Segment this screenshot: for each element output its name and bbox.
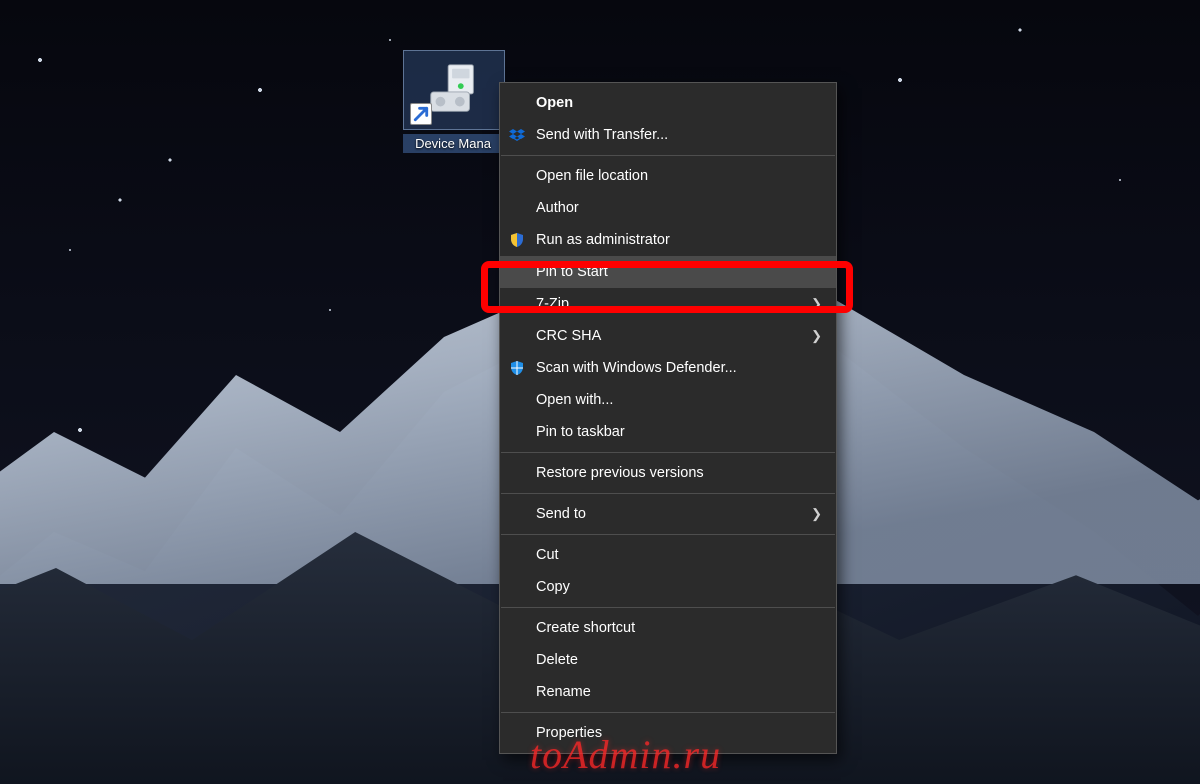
menu-item-open-with[interactable]: Open with... [500, 384, 836, 416]
menu-item-author[interactable]: Author [500, 192, 836, 224]
dropbox-icon [508, 126, 526, 144]
menu-item-scan-defender[interactable]: Scan with Windows Defender... [500, 352, 836, 384]
menu-item-label: Open [536, 95, 822, 111]
menu-item-label: Cut [536, 547, 822, 563]
menu-item-run-admin[interactable]: Run as administrator [500, 224, 836, 256]
menu-item-pin-start[interactable]: Pin to Start [500, 256, 836, 288]
chevron-right-icon: ❯ [811, 328, 822, 344]
defender-shield-icon [508, 359, 526, 377]
menu-item-open[interactable]: Open [500, 87, 836, 119]
desktop-shortcut-device-manager[interactable]: Device Mana [403, 50, 503, 153]
shield-uac-icon [508, 231, 526, 249]
menu-item-label: Send to [536, 506, 803, 522]
menu-item-label: Copy [536, 579, 822, 595]
menu-item-label: Open with... [536, 392, 822, 408]
menu-separator [501, 712, 835, 713]
menu-item-send-to[interactable]: Send to ❯ [500, 498, 836, 530]
menu-item-label: Run as administrator [536, 232, 822, 248]
context-menu: Open Send with Transfer... Open file locat… [499, 82, 837, 754]
chevron-right-icon: ❯ [811, 506, 822, 522]
menu-separator [501, 493, 835, 494]
menu-item-cut[interactable]: Cut [500, 539, 836, 571]
menu-item-delete[interactable]: Delete [500, 644, 836, 676]
menu-separator [501, 534, 835, 535]
menu-item-label: Send with Transfer... [536, 127, 822, 143]
menu-item-restore-prev[interactable]: Restore previous versions [500, 457, 836, 489]
menu-item-label: Rename [536, 684, 822, 700]
chevron-right-icon: ❯ [811, 296, 822, 312]
menu-item-properties[interactable]: Properties [500, 717, 836, 749]
menu-item-pin-taskbar[interactable]: Pin to taskbar [500, 416, 836, 448]
menu-item-label: Create shortcut [536, 620, 822, 636]
menu-item-label: CRC SHA [536, 328, 803, 344]
device-manager-icon [403, 50, 505, 130]
menu-item-label: Author [536, 200, 822, 216]
menu-separator [501, 155, 835, 156]
menu-item-seven-zip[interactable]: 7-Zip ❯ [500, 288, 836, 320]
menu-item-create-shortcut[interactable]: Create shortcut [500, 612, 836, 644]
shortcut-arrow-icon [410, 103, 432, 125]
menu-item-label: Delete [536, 652, 822, 668]
menu-item-label: Scan with Windows Defender... [536, 360, 822, 376]
menu-separator [501, 607, 835, 608]
menu-item-label: Pin to Start [536, 264, 822, 280]
menu-item-rename[interactable]: Rename [500, 676, 836, 708]
menu-item-crc-sha[interactable]: CRC SHA ❯ [500, 320, 836, 352]
menu-item-send-transfer[interactable]: Send with Transfer... [500, 119, 836, 151]
menu-item-label: Open file location [536, 168, 822, 184]
menu-item-label: Properties [536, 725, 822, 741]
menu-separator [501, 452, 835, 453]
menu-item-open-file-loc[interactable]: Open file location [500, 160, 836, 192]
menu-item-label: 7-Zip [536, 296, 803, 312]
menu-item-label: Restore previous versions [536, 465, 822, 481]
menu-item-label: Pin to taskbar [536, 424, 822, 440]
menu-item-copy[interactable]: Copy [500, 571, 836, 603]
